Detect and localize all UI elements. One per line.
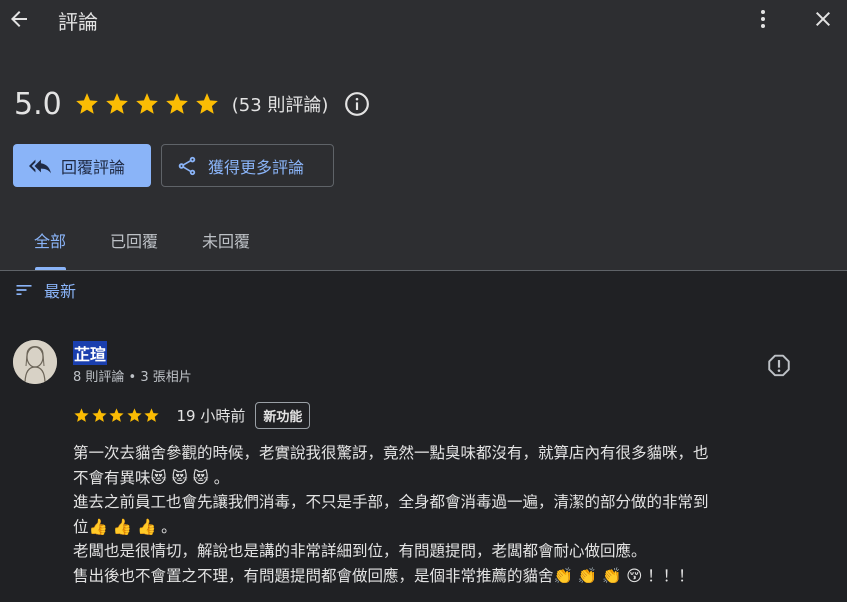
report-icon[interactable]: [766, 353, 792, 379]
reply-reviews-label: 回覆評論: [61, 157, 126, 177]
review-list: 最新 芷瑄 8 則評論 • 3 張相片 19 小時前 新功能 第一次去貓舍參觀的…: [0, 271, 847, 602]
review-count: (53 則評論): [231, 95, 329, 116]
more-vert-icon: [761, 10, 765, 28]
review-line: 不會有異味😻 😻 😻 。: [73, 468, 230, 487]
reply-all-icon: [29, 159, 51, 173]
rating-summary: 5.0 (53 則評論): [14, 84, 370, 124]
review-text: 第一次去貓舍參觀的時候，老實說我很驚訝，竟然一點臭味都沒有，就算店內有很多貓咪，…: [73, 441, 813, 589]
review-time: 19 小時前: [176, 407, 246, 425]
new-feature-badge: 新功能: [255, 402, 311, 429]
review-star-rating: [73, 407, 161, 424]
star-icon: [74, 408, 89, 422]
star-icon: [195, 93, 218, 114]
close-button[interactable]: [808, 4, 838, 34]
info-icon[interactable]: [344, 91, 370, 117]
star-icon: [126, 408, 142, 422]
star-icon: [105, 93, 128, 114]
reply-reviews-button[interactable]: 回覆評論: [13, 144, 151, 187]
review-line: 進去之前員工也會先讓我們消毒，不只是手部，全身都會消毒過一遍，清潔的部分做的非常…: [73, 493, 709, 512]
star-icon: [144, 408, 159, 422]
action-buttons: 回覆評論 獲得更多評論: [13, 144, 334, 187]
tab-all[interactable]: 全部: [34, 228, 66, 252]
active-tab-indicator: [35, 267, 66, 270]
more-options-button[interactable]: [748, 4, 778, 34]
star-icon: [75, 93, 98, 114]
average-score: 5.0: [14, 86, 62, 122]
sort-label: 最新: [44, 282, 77, 301]
top-bar: 評論: [0, 0, 847, 42]
sort-button[interactable]: 最新: [14, 278, 76, 302]
review-line: 老闆也是很情切，解說也是講的非常詳細到位，有問題提問，老闆都會耐心做回應。: [73, 542, 647, 561]
avatar-image: [13, 340, 57, 384]
tab-unreplied[interactable]: 未回覆: [202, 228, 250, 252]
star-icon: [135, 93, 158, 114]
sort-icon: [16, 285, 32, 295]
star-icon: [91, 408, 107, 422]
review-rating-row: 19 小時前 新功能: [73, 402, 311, 429]
close-icon: [816, 12, 830, 26]
review-line: 位👍 👍 👍 。: [73, 517, 177, 536]
arrow-back-icon: [11, 11, 27, 27]
star-icon: [165, 93, 188, 114]
review-tabs: 全部 已回覆 未回覆: [0, 214, 847, 271]
share-icon: [178, 156, 196, 175]
avatar[interactable]: [13, 340, 57, 384]
review-line: 第一次去貓舍參觀的時候，老實說我很驚訝，竟然一點臭味都沒有，就算店內有很多貓咪，…: [73, 444, 709, 462]
get-more-reviews-button[interactable]: 獲得更多評論: [161, 144, 334, 187]
back-button[interactable]: [4, 4, 34, 34]
star-rating: [74, 91, 224, 117]
page-title: 評論: [58, 10, 98, 34]
reviewer-name[interactable]: 芷瑄: [73, 341, 108, 365]
star-icon: [109, 408, 124, 422]
tab-replied[interactable]: 已回覆: [110, 228, 158, 252]
review-line: 售出後也不會置之不理，有問題提問都會做回應，是個非常推薦的貓舍👏 👏 👏 😚 ！…: [73, 566, 694, 585]
reviewer-meta: 8 則評論 • 3 張相片: [73, 370, 192, 385]
get-more-reviews-label: 獲得更多評論: [208, 157, 305, 177]
